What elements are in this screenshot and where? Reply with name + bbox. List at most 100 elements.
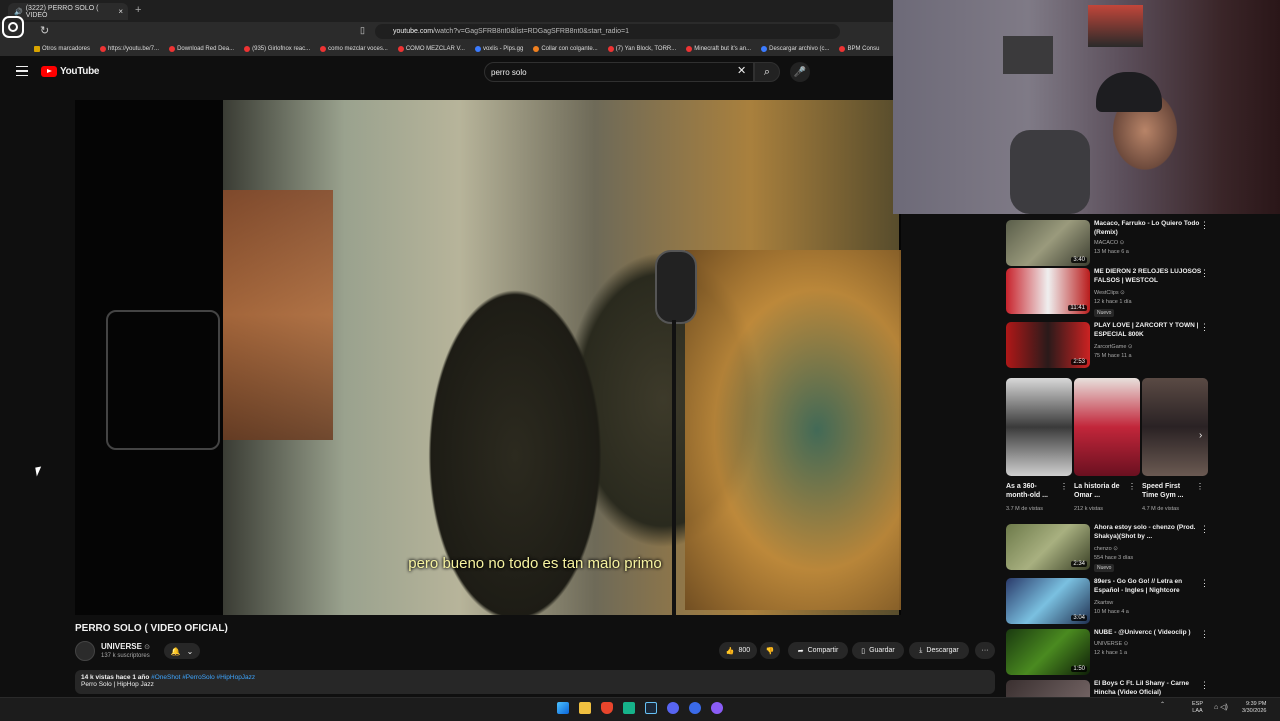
more-vert-icon[interactable]: ⋮ — [1200, 220, 1209, 231]
recommended-video[interactable]: 2:34 Ahora estoy solo - chenzo (Prod. Sh… — [1006, 524, 1211, 572]
video-overlay-frame — [106, 310, 220, 450]
views-and-date: 14 k vistas hace 1 año — [81, 674, 150, 681]
recommended-video[interactable]: 3:40 Macaco, Farruko - Lo Quiero Todo (R… — [1006, 220, 1211, 268]
more-vert-icon[interactable]: ⋮ — [1200, 322, 1209, 333]
like-button[interactable]: 👍 800 — [719, 642, 757, 659]
rec-title[interactable]: Ahora estoy solo - chenzo (Prod. Shakya)… — [1094, 524, 1202, 541]
discord-icon[interactable] — [667, 702, 679, 714]
rec-meta: 554 hace 3 días — [1094, 555, 1134, 561]
rec-meta: 12 k hace 1 día — [1094, 299, 1132, 305]
dislike-button[interactable]: 👎 — [760, 642, 780, 659]
more-vert-icon[interactable]: ⋮ — [1200, 578, 1209, 589]
save-button[interactable]: ▯ Guardar — [852, 642, 904, 659]
more-vert-icon[interactable]: ⋮ — [1200, 268, 1209, 279]
notifications-button[interactable]: 🔔 ⌄ — [164, 643, 200, 659]
more-vert-icon[interactable]: ⋮ — [1200, 680, 1209, 691]
short-thumbnail[interactable] — [1006, 378, 1072, 476]
bookmarks-bar: Otros marcadores https://youtu.be/7... D… — [0, 42, 895, 56]
channel-avatar[interactable] — [75, 641, 95, 661]
short-views: 4.7 M de vistas — [1142, 506, 1179, 512]
search-input[interactable]: perro solo — [484, 62, 754, 82]
steam-icon[interactable] — [645, 702, 657, 714]
more-vert-icon[interactable]: ⋮ — [1196, 482, 1204, 491]
more-vert-icon[interactable]: ⋮ — [1200, 629, 1209, 640]
video-description[interactable]: 14 k vistas hace 1 año #OneShot #PerroSo… — [75, 670, 995, 694]
recommended-video[interactable]: 11:41 ME DIERON 2 RELOJES LUJOSOS FALSOS… — [1006, 268, 1211, 317]
short-title[interactable]: La historia de Omar ... — [1074, 482, 1128, 500]
voice-search-button[interactable]: 🎤 — [790, 62, 810, 82]
app-icon[interactable] — [711, 702, 723, 714]
recommended-video[interactable]: 1:50 NUBE - @Univercc ( Videoclip ) UNIV… — [1006, 629, 1211, 677]
taskbar — [0, 697, 1280, 721]
search-button[interactable]: ⌕ — [754, 62, 780, 82]
rec-channel[interactable]: chenzo ⊙ — [1094, 546, 1118, 552]
brave-browser-icon[interactable] — [601, 702, 613, 714]
menu-icon[interactable] — [16, 66, 28, 76]
new-tab-icon[interactable]: + — [135, 4, 141, 16]
channel-name[interactable]: UNIVERSE ⊙ — [101, 642, 150, 651]
windows-start-icon[interactable] — [557, 702, 569, 714]
short-thumbnail[interactable] — [1142, 378, 1208, 476]
bookmark-item[interactable]: (7) Yan Block, TORR... — [607, 46, 676, 52]
webcam-wall-poster — [1003, 36, 1053, 74]
rec-title[interactable]: NUBE - @Univercc ( Videoclip ) — [1094, 629, 1202, 638]
clear-search-icon[interactable]: ✕ — [737, 64, 746, 77]
bookmark-item[interactable]: https://youtu.be/7... — [100, 46, 159, 52]
reload-icon[interactable]: ↻ — [40, 24, 49, 37]
video-thumbnail[interactable]: 2:53 — [1006, 322, 1090, 368]
recommended-video[interactable]: 2:53 PLAY LOVE | ZARCORT Y TOWN | ESPECI… — [1006, 322, 1211, 370]
short-title[interactable]: Speed First Time Gym ... — [1142, 482, 1196, 500]
network-volume-icons[interactable]: ⌂ ◁) — [1214, 703, 1228, 711]
browser-tab[interactable]: 🔊 (3222) PERRO SOLO ( VIDEO × — [8, 3, 128, 20]
more-actions-button[interactable]: ··· — [975, 642, 995, 659]
chevron-right-icon[interactable]: › — [1199, 430, 1202, 441]
bookmark-item[interactable]: BPM Consu — [839, 46, 879, 52]
download-button[interactable]: ⤓ Descargar — [909, 642, 969, 659]
bookmark-item[interactable]: (935) Girlofnox reac... — [244, 46, 310, 52]
recommended-video[interactable]: 3:04 89ers - Go Go Go! // Letra en Españ… — [1006, 578, 1211, 626]
video-thumbnail[interactable]: 3:40 — [1006, 220, 1090, 266]
rec-channel[interactable]: Zkartsw — [1094, 600, 1113, 606]
video-thumbnail[interactable] — [1006, 680, 1090, 697]
bookmark-item[interactable]: Minecraft but it's an... — [686, 46, 751, 52]
bookmark-item[interactable]: COMO MEZCLAR V... — [397, 46, 465, 52]
bookmark-item[interactable]: Download Red Dea... — [169, 46, 234, 52]
input-language[interactable]: ESP LAA — [1192, 701, 1203, 715]
bookmark-item[interactable]: voxlis - Plps.gg — [474, 46, 523, 52]
bookmark-item[interactable]: como mezclar voces... — [320, 46, 388, 52]
rec-channel[interactable]: MACACO ⊙ — [1094, 240, 1124, 246]
more-vert-icon[interactable]: ⋮ — [1128, 482, 1136, 491]
app-icon[interactable] — [689, 702, 701, 714]
tab-close-icon[interactable]: × — [118, 7, 123, 16]
more-vert-icon[interactable]: ⋮ — [1200, 524, 1209, 535]
bookmark-icon[interactable]: ▯ — [360, 25, 365, 36]
file-explorer-icon[interactable] — [579, 702, 591, 714]
rec-title[interactable]: ME DIERON 2 RELOJES LUJOSOS FALSOS | WES… — [1094, 268, 1202, 285]
address-bar[interactable]: youtube.com/watch?v=GagSFRB8nt0&list=RDG… — [375, 24, 840, 39]
video-thumbnail[interactable]: 1:50 — [1006, 629, 1090, 675]
app-icon[interactable] — [623, 702, 635, 714]
short-thumbnail[interactable] — [1074, 378, 1140, 476]
rec-title[interactable]: 89ers - Go Go Go! // Letra en Español - … — [1094, 578, 1202, 595]
hashtags[interactable]: #OneShot #PerroSolo #HipHopJazz — [151, 674, 255, 681]
system-tray[interactable]: ⌃ — [1160, 701, 1165, 708]
bookmark-item[interactable]: Descargar archivo (c... — [761, 46, 829, 52]
rec-channel[interactable]: ZarcortGame ⊙ — [1094, 344, 1133, 350]
rec-channel[interactable]: UNIVERSE ⊙ — [1094, 641, 1128, 647]
short-title[interactable]: As a 360-month-old ... — [1006, 482, 1060, 500]
tray-overflow-icon[interactable]: ⌃ — [1160, 701, 1165, 708]
rec-title[interactable]: El Boys C Ft. Lil Shany - Carne Hincha (… — [1094, 680, 1202, 697]
clock[interactable]: 9:39 PM 3/30/2026 — [1242, 701, 1266, 715]
bookmark-item[interactable]: Otros marcadores — [34, 46, 90, 52]
rec-channel[interactable]: WestClips ⊙ — [1094, 290, 1125, 296]
more-vert-icon[interactable]: ⋮ — [1060, 482, 1068, 491]
bookmark-item[interactable]: Collar con colgante... — [533, 46, 598, 52]
rec-title[interactable]: Macaco, Farruko - Lo Quiero Todo (Remix) — [1094, 220, 1202, 237]
youtube-logo[interactable]: YouTube — [41, 66, 100, 77]
rec-title[interactable]: PLAY LOVE | ZARCORT Y TOWN | ESPECIAL 80… — [1094, 322, 1202, 339]
share-button[interactable]: ➦ Compartir — [788, 642, 848, 659]
video-thumbnail[interactable]: 3:04 — [1006, 578, 1090, 624]
video-thumbnail[interactable]: 2:34 — [1006, 524, 1090, 570]
video-thumbnail[interactable]: 11:41 — [1006, 268, 1090, 314]
recommended-video[interactable]: El Boys C Ft. Lil Shany - Carne Hincha (… — [1006, 680, 1211, 697]
